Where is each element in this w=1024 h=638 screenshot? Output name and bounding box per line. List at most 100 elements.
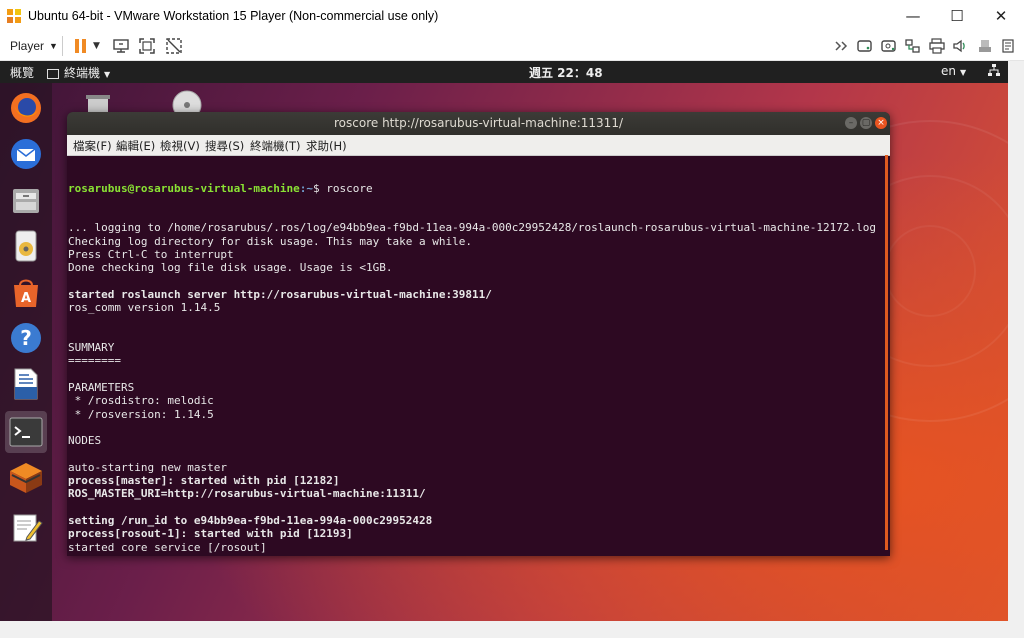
pause-button[interactable]: ▼ [74,36,100,56]
usb-device-icon [979,40,991,52]
menu-search[interactable]: 搜尋(S) [205,138,244,154]
fullscreen-button[interactable] [138,36,156,56]
dock-item-text-editor[interactable] [5,507,47,549]
minimize-button[interactable]: — [891,0,935,31]
dock-item-firefox[interactable] [5,87,47,129]
menu-file[interactable]: 檔案(F) [73,138,112,154]
terminal-window[interactable]: roscore http://rosarubus-virtual-machine… [67,112,890,556]
terminal-output-line: started roslaunch server http://rosarubu… [68,287,492,301]
terminal-output-line: SUMMARY [68,341,115,355]
activities-button[interactable]: 概覽 [10,64,34,81]
chevrons-right-icon [835,41,848,51]
chevron-down-icon: ▼ [960,68,967,77]
terminal-prompt-line: rosarubus@rosarubus-virtual-machine:~$ r… [68,182,883,195]
cd-dvd-icon [881,40,896,52]
terminal-close-button[interactable]: × [875,117,887,129]
dock-item-rhythmbox[interactable] [5,225,47,267]
maximize-button[interactable]: ☐ [935,0,979,31]
terminal-output-line [68,315,883,328]
terminal-icon [9,417,43,447]
help-icon: ? [11,323,41,353]
terminal-output-line [68,275,883,288]
terminal-maximize-button[interactable]: ▢ [860,117,872,129]
terminal-output-line: started core service [/rosout] [68,540,267,554]
speaker-icon [953,39,965,53]
dock-item-writer[interactable] [5,363,47,405]
thunderbird-icon [11,139,41,169]
close-button[interactable]: ✕ [979,0,1023,31]
dock-item-software-center[interactable]: A [5,271,47,313]
dock-item-help[interactable]: ? [5,317,47,359]
text-editor-icon [13,514,43,542]
dock-item-files[interactable] [5,179,47,221]
terminal-output-line: * /rosdistro: melodic [68,394,214,408]
input-language-menu[interactable]: en ▼ [941,64,966,78]
player-menu-button[interactable]: Player ▼ [10,36,58,56]
unity-icon [166,38,182,54]
files-icon [13,189,39,213]
network-status-icon[interactable] [987,63,1001,80]
usb-button[interactable] [976,36,994,56]
vmware-right-edge [1008,61,1024,621]
printer-button[interactable] [928,36,946,56]
network-button[interactable] [904,36,922,56]
software-center-icon: A [14,279,38,307]
terminal-output-line: Done checking log file disk usage. Usage… [68,261,393,275]
unity-mode-button[interactable] [165,36,183,56]
more-devices-button[interactable] [834,36,850,56]
pause-icon [75,39,86,53]
prompt-user: rosarubus@rosarubus-virtual-machine [68,181,300,195]
terminal-scrollbar[interactable] [885,155,888,550]
vmware-toolbar: Player ▼ ▼ [0,31,1024,61]
chevron-down-icon: ▼ [49,41,58,51]
network-icon [905,39,920,53]
send-ctrl-alt-del-button[interactable] [112,36,130,56]
terminal-output-line: auto-starting new master [68,460,227,474]
vmware-app-icon [7,8,21,23]
terminal-output-line: ======== [68,354,121,368]
menu-help[interactable]: 求助(H) [306,138,347,154]
terminal-output-line: ROS_MASTER_URI=http://rosarubus-virtual-… [68,487,426,501]
terminal-output-line: ros_comm version 1.14.5 [68,301,221,315]
cd-dvd-button[interactable] [880,36,898,56]
terminal-output-line [68,421,883,434]
dock-item-ros-box[interactable] [5,457,47,499]
terminal-output-line [68,448,883,461]
guest-desktop[interactable]: 概覽 終端機 ▼ 週五 22：48 en ▼ A ? roscore http:… [0,61,1008,621]
player-menu-label: Player [10,39,45,53]
terminal-output[interactable]: rosarubus@rosarubus-virtual-machine:~$ r… [68,155,883,554]
dock-item-terminal[interactable] [5,411,47,453]
toolbar-divider [62,36,63,56]
terminal-output-line [68,328,883,341]
prompt-path: :~ [299,181,314,195]
chevron-down-icon: ▼ [104,70,111,79]
ubuntu-dock: A ? [0,83,52,621]
menu-view[interactable]: 檢視(V) [160,138,200,154]
terminal-minimize-button[interactable]: – [845,117,857,129]
terminal-output-line: process[rosout-1]: started with pid [121… [68,527,353,541]
terminal-output-line: PARAMETERS [68,381,135,395]
dock-item-thunderbird[interactable] [5,133,47,175]
rhythmbox-icon [15,230,37,262]
app-menu-label: 終端機 [64,66,101,80]
menu-terminal[interactable]: 終端機(T) [250,138,301,154]
chevron-down-icon: ▼ [93,41,100,51]
terminal-output-lines: ... logging to /home/rosarubus/.ros/log/… [68,221,883,553]
printer-icon [929,38,945,54]
ros-box-icon [10,463,42,493]
clock[interactable]: 週五 22：48 [529,64,603,81]
terminal-title: roscore http://rosarubus-virtual-machine… [334,116,623,130]
terminal-title-bar[interactable]: roscore http://rosarubus-virtual-machine… [67,112,890,135]
svg-text:?: ? [20,326,32,350]
hard-disk-button[interactable] [856,36,874,56]
menu-edit[interactable]: 編輯(E) [116,138,155,154]
send-keys-icon [113,39,129,53]
app-menu[interactable]: 終端機 ▼ [47,64,110,81]
sound-button[interactable] [952,36,970,56]
hard-disk-icon [857,40,872,52]
fullscreen-icon [139,38,155,54]
window-title: Ubuntu 64-bit - VMware Workstation 15 Pl… [28,8,439,23]
terminal-output-line: * /rosversion: 1.14.5 [68,407,214,421]
message-log-button[interactable] [1000,36,1016,56]
gnome-top-bar: 概覽 終端機 ▼ 週五 22：48 en ▼ [0,61,1008,83]
